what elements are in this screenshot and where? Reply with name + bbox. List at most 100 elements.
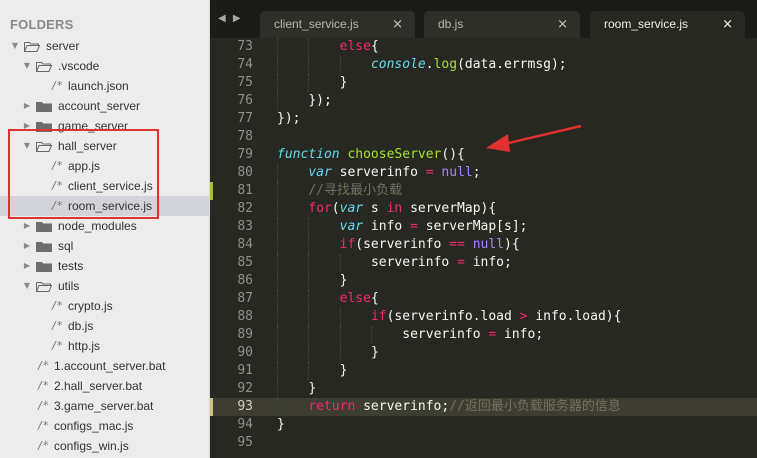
- code-area[interactable]: 73 else{74 console.log(data.errmsg); 75} 76}…: [210, 38, 757, 458]
- folders-header: FOLDERS: [10, 17, 74, 32]
- tree-folder[interactable]: ▼ server: [0, 36, 209, 56]
- file-icon: /*: [50, 159, 63, 172]
- code-token: (serverinfo: [355, 237, 450, 252]
- code-token: }: [339, 75, 348, 90]
- tree-item-label: 3.game_server.bat: [54, 399, 154, 413]
- tree-item-label: server: [46, 39, 80, 53]
- tab-nav-arrows-icon[interactable]: ◀ ▶: [218, 13, 243, 24]
- code-line: 86}: [210, 272, 757, 290]
- tree-file[interactable]: /* configs_win.js: [0, 436, 209, 456]
- tree-folder[interactable]: ▶ account_server: [0, 96, 209, 116]
- line-number: 94: [237, 417, 253, 432]
- tree-item-label: configs_win.js: [54, 439, 129, 453]
- file-icon: /*: [50, 339, 63, 352]
- folder-open-icon: [36, 141, 52, 152]
- code-token: null: [441, 165, 473, 180]
- code-token: var: [339, 219, 364, 234]
- code-token: >: [519, 309, 528, 324]
- code-line: 74 console.log(data.errmsg);: [210, 56, 757, 74]
- tree-file[interactable]: /* room_service.js: [0, 196, 209, 216]
- tree-file[interactable]: /* launch.json: [0, 76, 209, 96]
- tree-folder[interactable]: ▼ hall_server: [0, 136, 209, 156]
- tree-folder[interactable]: ▶ tests: [0, 256, 209, 276]
- close-icon[interactable]: ×: [392, 11, 403, 38]
- indent-guide: [277, 254, 278, 272]
- tree-file[interactable]: /* configs_mac.js: [0, 416, 209, 436]
- close-icon[interactable]: ×: [722, 11, 733, 38]
- code-token: (: [331, 201, 340, 216]
- tree-folder[interactable]: ▶ sql: [0, 236, 209, 256]
- chevron-down-icon[interactable]: ▼: [22, 276, 32, 296]
- code-text: }: [277, 416, 285, 434]
- code-text: else{: [340, 38, 379, 56]
- indent-guide: [277, 362, 278, 380]
- tree-item-label: crypto.js: [68, 299, 113, 313]
- line-number: 85: [237, 255, 253, 270]
- tree-file[interactable]: /* app.js: [0, 156, 209, 176]
- code-token: //返回最小负载服务器的信息: [449, 399, 621, 414]
- chevron-right-icon[interactable]: ▶: [22, 236, 32, 256]
- file-icon: /*: [36, 439, 49, 452]
- tree-item-label: configs_mac.js: [54, 419, 134, 433]
- code-token: =: [410, 219, 418, 234]
- code-token: serverinfo: [402, 327, 489, 342]
- chevron-right-icon[interactable]: ▶: [22, 96, 32, 116]
- code-line: 88 if(serverinfo.load > info.load){: [210, 308, 757, 326]
- tab-db[interactable]: db.js ×: [424, 11, 580, 38]
- code-token: serverinfo: [370, 255, 458, 270]
- code-token: =: [488, 327, 497, 342]
- chevron-right-icon[interactable]: ▶: [22, 116, 32, 136]
- tree-item-label: game_server: [58, 119, 129, 133]
- code-token: .: [425, 57, 434, 72]
- tree-item-label: utils: [58, 279, 80, 293]
- code-text: if(serverinfo == null){: [340, 236, 520, 254]
- chevron-down-icon[interactable]: ▼: [10, 36, 20, 56]
- code-line: 73 else{: [210, 38, 757, 56]
- tab-room-service[interactable]: room_service.js ×: [590, 11, 745, 38]
- close-icon[interactable]: ×: [557, 11, 568, 38]
- tree-folder[interactable]: ▼ utils: [0, 276, 209, 296]
- line-number: 93: [237, 399, 253, 414]
- indent-guide: [308, 362, 310, 380]
- folder-icon: [36, 101, 52, 112]
- line-number: 89: [237, 327, 253, 342]
- file-icon: /*: [36, 419, 49, 432]
- chevron-down-icon[interactable]: ▼: [22, 56, 32, 76]
- code-token: }: [339, 363, 348, 378]
- tree-file[interactable]: /* db.js: [0, 316, 209, 336]
- chevron-down-icon[interactable]: ▼: [22, 136, 32, 156]
- indent-guide: [308, 74, 310, 92]
- line-number: 82: [237, 201, 253, 216]
- code-token: ==: [449, 237, 465, 252]
- tree-folder[interactable]: ▶ game_server: [0, 116, 209, 136]
- code-token: serverMap[s];: [417, 219, 528, 234]
- code-text: function chooseServer(){: [277, 146, 465, 164]
- code-token: serverinfo;: [355, 399, 450, 414]
- tab-client-service[interactable]: client_service.js ×: [260, 11, 415, 38]
- tree-file[interactable]: /* 1.account_server.bat: [0, 356, 209, 376]
- tree-file[interactable]: /* 3.game_server.bat: [0, 396, 209, 416]
- code-token: (){: [441, 147, 465, 162]
- code-text: });: [308, 92, 331, 110]
- tree-file[interactable]: /* 2.hall_server.bat: [0, 376, 209, 396]
- code-text: }: [340, 362, 348, 380]
- indent-guide: [308, 218, 310, 236]
- indent-guide: [277, 218, 278, 236]
- indent-guide: [308, 38, 310, 56]
- indent-guide: [277, 344, 278, 362]
- indent-guide: [277, 326, 278, 344]
- tree-file[interactable]: /* client_service.js: [0, 176, 209, 196]
- tab-label: db.js: [438, 17, 464, 31]
- line-number: 92: [237, 381, 253, 396]
- code-text: }: [371, 344, 379, 362]
- tree-item-label: account_server: [58, 99, 141, 113]
- tree-folder[interactable]: ▶ node_modules: [0, 216, 209, 236]
- code-text: }: [308, 380, 316, 398]
- code-line: 82 for(var s in serverMap){: [210, 200, 757, 218]
- tree-file[interactable]: /* crypto.js: [0, 296, 209, 316]
- tree-folder[interactable]: ▼ .vscode: [0, 56, 209, 76]
- chevron-right-icon[interactable]: ▶: [22, 216, 32, 236]
- tree-file[interactable]: /* http.js: [0, 336, 209, 356]
- chevron-right-icon[interactable]: ▶: [22, 256, 32, 276]
- code-token: =: [457, 255, 465, 270]
